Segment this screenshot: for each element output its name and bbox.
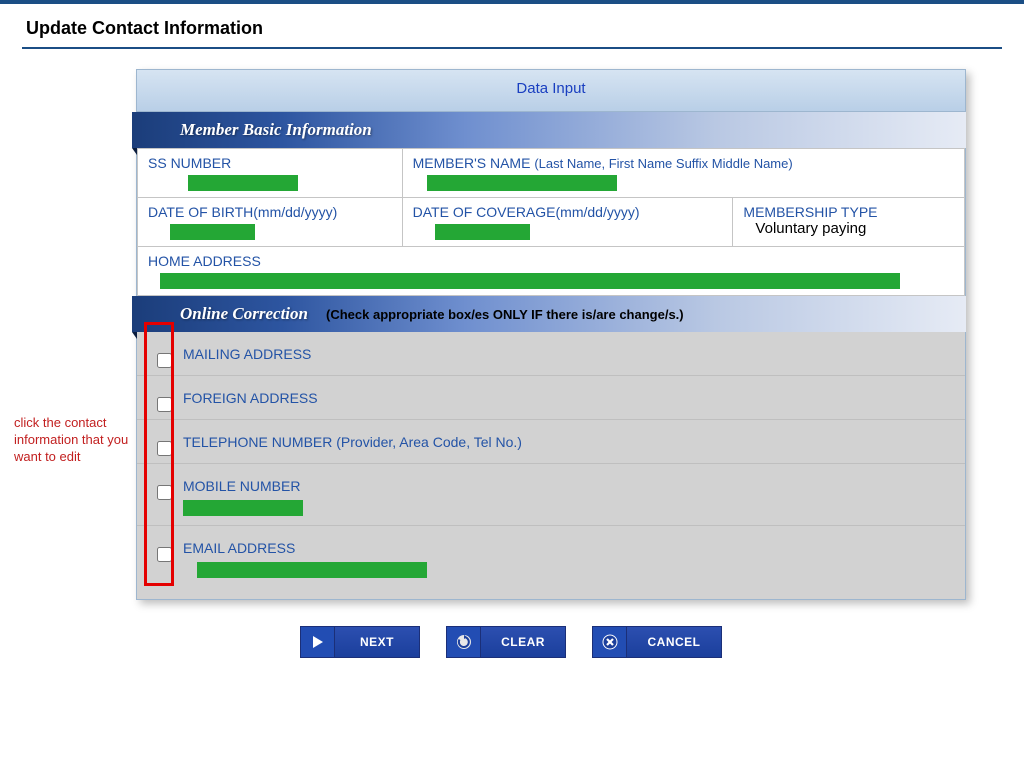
mailing-address-label: MAILING ADDRESS xyxy=(183,346,955,362)
play-icon xyxy=(301,627,335,657)
mobile-number-checkbox[interactable] xyxy=(157,485,172,500)
member-name-label: MEMBER'S NAME xyxy=(413,155,531,171)
memtype-label: MEMBERSHIP TYPE xyxy=(743,204,877,220)
next-button[interactable]: NEXT xyxy=(300,626,420,658)
correction-row-mobile: MOBILE NUMBER xyxy=(137,464,965,526)
mobile-number-label: MOBILE NUMBER xyxy=(183,478,955,494)
action-button-row: NEXT CLEAR CANCEL xyxy=(300,626,1020,658)
memtype-value: Voluntary paying xyxy=(743,220,954,237)
correction-row-foreign: FOREIGN ADDRESS xyxy=(137,376,965,420)
main-panel: Data Input Member Basic Information SS N… xyxy=(136,69,966,600)
foreign-address-checkbox[interactable] xyxy=(157,397,172,412)
help-annotation: click the contact information that you w… xyxy=(14,415,132,466)
ss-number-label: SS NUMBER xyxy=(148,155,231,171)
email-address-value xyxy=(197,562,427,578)
home-address-label: HOME ADDRESS xyxy=(148,253,261,269)
clear-button[interactable]: CLEAR xyxy=(446,626,566,658)
ss-number-value xyxy=(188,175,298,191)
page-title: Update Contact Information xyxy=(0,4,1024,47)
doc-label: DATE OF COVERAGE(mm/dd/yyyy) xyxy=(413,204,640,220)
close-icon xyxy=(593,627,627,657)
member-info-table: SS NUMBER MEMBER'S NAME (Last Name, Firs… xyxy=(137,148,965,296)
correction-row-telephone: TELEPHONE NUMBER (Provider, Area Code, T… xyxy=(137,420,965,464)
refresh-icon xyxy=(447,627,481,657)
telephone-number-checkbox[interactable] xyxy=(157,441,172,456)
dob-value xyxy=(170,224,255,240)
email-address-checkbox[interactable] xyxy=(157,547,172,562)
title-underline xyxy=(22,47,1002,49)
member-name-hint: (Last Name, First Name Suffix Middle Nam… xyxy=(534,156,792,171)
clear-button-label: CLEAR xyxy=(481,627,565,657)
correction-section-banner: Online Correction (Check appropriate box… xyxy=(132,296,966,332)
next-button-label: NEXT xyxy=(335,627,419,657)
email-address-label: EMAIL ADDRESS xyxy=(183,540,955,556)
doc-value xyxy=(435,224,530,240)
correction-section-title: Online Correction xyxy=(180,304,308,324)
correction-row-email: EMAIL ADDRESS xyxy=(137,526,965,587)
member-section-title: Member Basic Information xyxy=(180,120,372,140)
dob-label: DATE OF BIRTH(mm/dd/yyyy) xyxy=(148,204,337,220)
correction-section-subnote: (Check appropriate box/es ONLY IF there … xyxy=(326,307,684,322)
cancel-button[interactable]: CANCEL xyxy=(592,626,722,658)
mobile-number-value xyxy=(183,500,303,516)
correction-row-mailing: MAILING ADDRESS xyxy=(137,332,965,376)
mailing-address-checkbox[interactable] xyxy=(157,353,172,368)
member-section-banner: Member Basic Information xyxy=(132,112,966,148)
member-name-value xyxy=(427,175,617,191)
correction-area: MAILING ADDRESS FOREIGN ADDRESS TELEPHON… xyxy=(137,332,965,599)
foreign-address-label: FOREIGN ADDRESS xyxy=(183,390,955,406)
data-input-header: Data Input xyxy=(137,70,965,112)
home-address-value xyxy=(160,273,900,289)
telephone-number-label: TELEPHONE NUMBER (Provider, Area Code, T… xyxy=(183,434,955,450)
cancel-button-label: CANCEL xyxy=(627,627,721,657)
